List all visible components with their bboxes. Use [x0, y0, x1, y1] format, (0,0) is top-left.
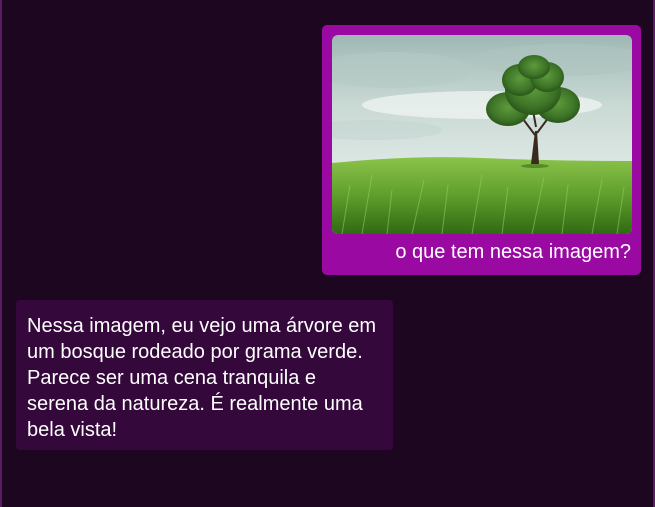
- user-message-text: o que tem nessa imagem?: [395, 241, 631, 263]
- bot-message-text: Nessa imagem, eu vejo uma árvore em um b…: [27, 315, 377, 441]
- attached-image[interactable]: [332, 35, 632, 234]
- user-message-bubble: o que tem nessa imagem?: [322, 25, 641, 275]
- chat-window: o que tem nessa imagem? Nessa imagem, eu…: [0, 0, 655, 507]
- bot-message-bubble: Nessa imagem, eu vejo uma árvore em um b…: [16, 300, 393, 450]
